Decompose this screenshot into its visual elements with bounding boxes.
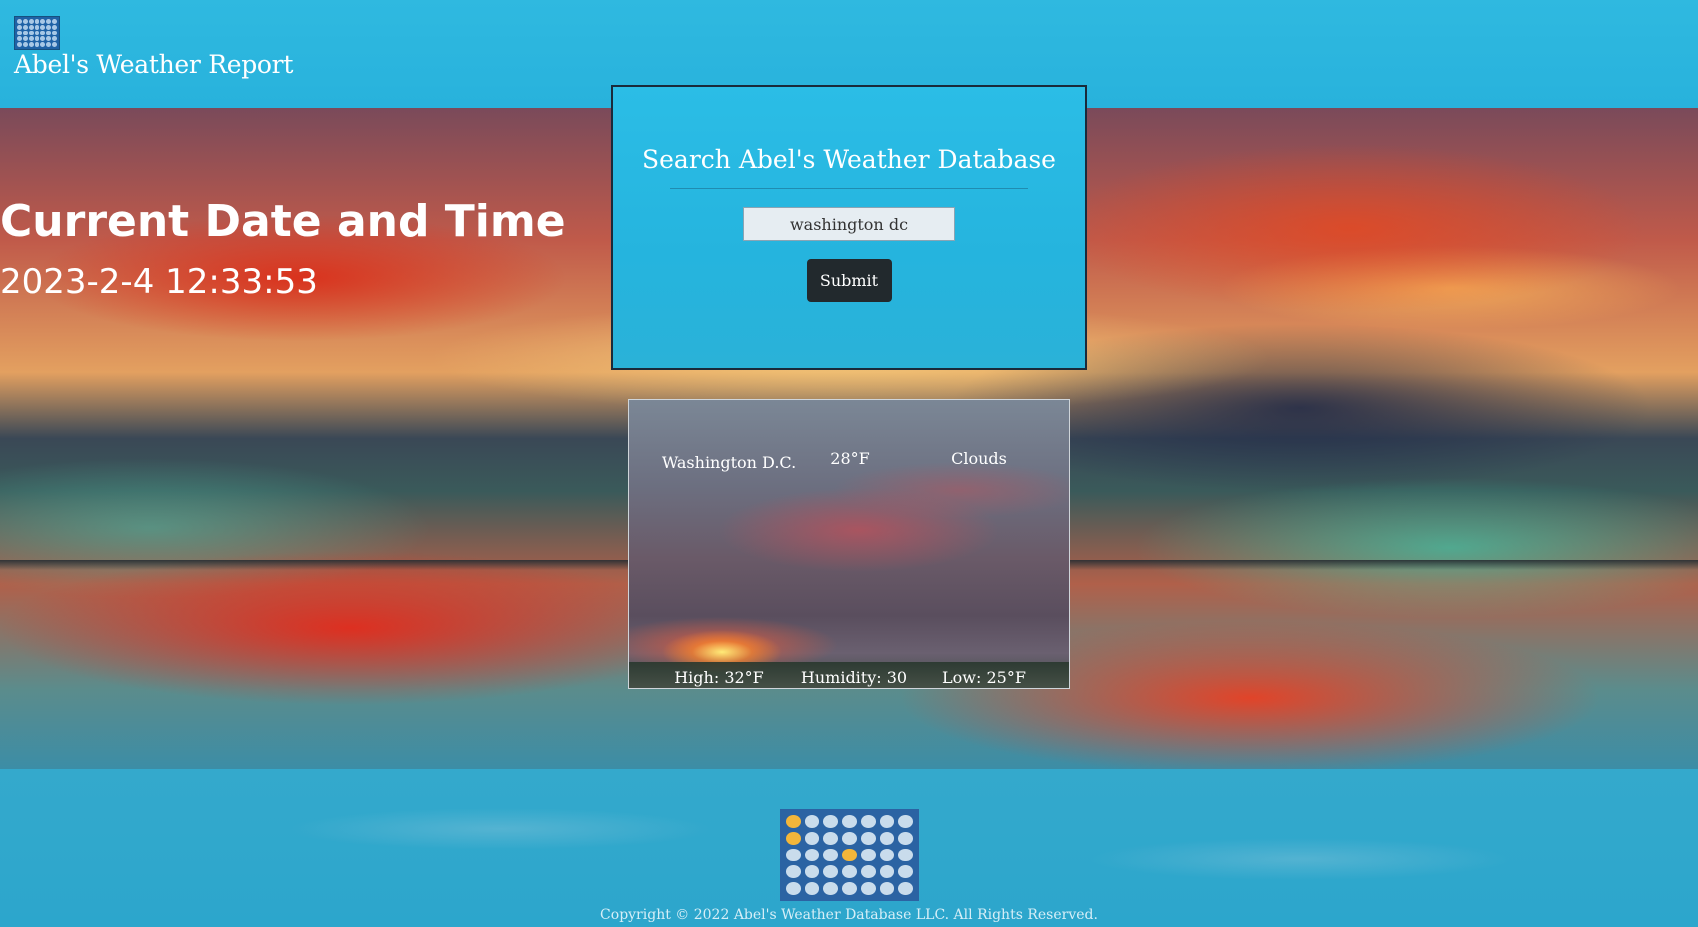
weather-logo-icon xyxy=(780,809,919,901)
weather-logo-icon xyxy=(14,16,60,50)
weather-result-card: Washington D.C. 28°F Clouds High: 32°F H… xyxy=(628,399,1070,689)
copyright-text: Copyright © 2022 Abel's Weather Database… xyxy=(600,907,1098,923)
weather-humidity: Humidity: 30 xyxy=(800,668,908,687)
search-title: Search Abel's Weather Database xyxy=(642,145,1056,174)
site-title: Abel's Weather Report xyxy=(14,50,294,79)
weather-high: High: 32°F xyxy=(674,668,764,687)
site-footer: Copyright © 2022 Abel's Weather Database… xyxy=(0,769,1698,927)
search-panel: Search Abel's Weather Database Submit xyxy=(611,85,1087,370)
divider xyxy=(670,188,1028,189)
weather-temperature: 28°F xyxy=(830,449,870,468)
city-search-input[interactable] xyxy=(743,207,955,241)
datetime-heading: Current Date and Time xyxy=(0,196,566,247)
datetime-value: 2023-2-4 12:33:53 xyxy=(0,262,318,302)
weather-low: Low: 25°F xyxy=(942,668,1026,687)
weather-condition: Clouds xyxy=(951,449,1007,468)
weather-city: Washington D.C. xyxy=(661,453,797,472)
submit-button[interactable]: Submit xyxy=(806,259,892,302)
